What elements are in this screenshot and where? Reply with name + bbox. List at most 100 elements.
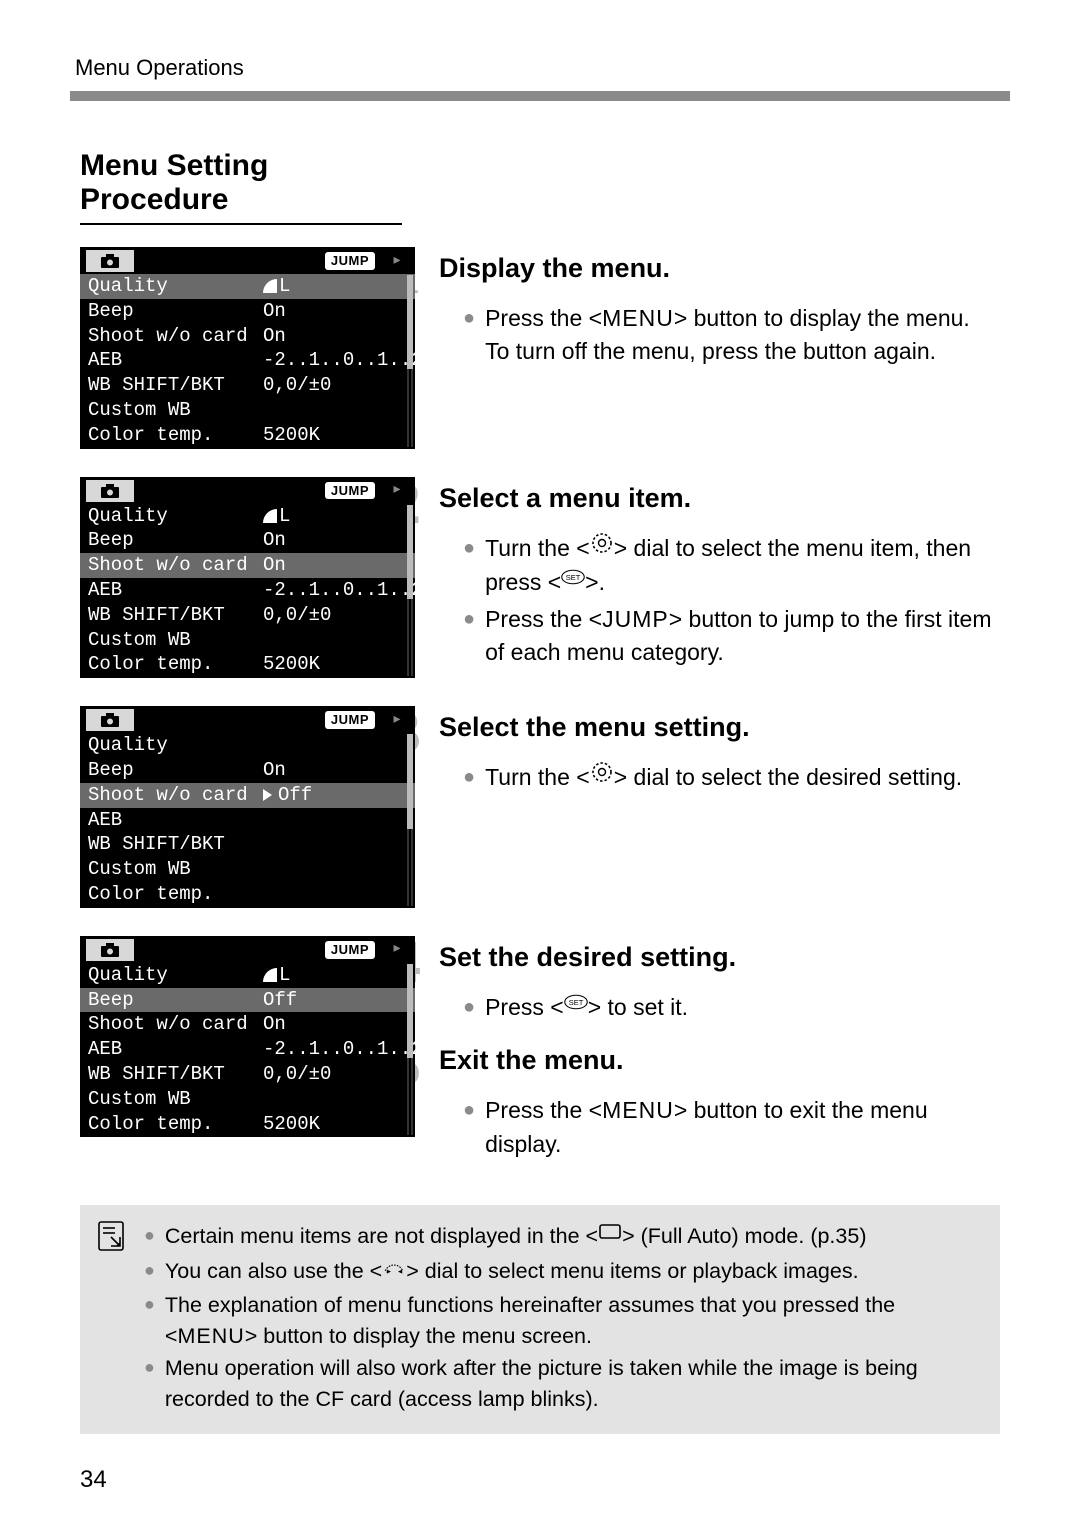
step-text: 5Exit the menu.●Press the <MENU> button … bbox=[433, 1039, 1000, 1163]
camera-lcd-panel: JUMP ▸QualityLBeepOffShoot w/o cardOnAEB-… bbox=[80, 936, 415, 1138]
menu-row: Shoot w/o cardOn bbox=[80, 553, 415, 578]
text-segment: Press the < bbox=[485, 606, 602, 632]
svg-text:◀: ◀ bbox=[398, 1269, 403, 1275]
bullet-dot-icon: ● bbox=[144, 1221, 155, 1254]
set-button-icon: SET bbox=[561, 565, 585, 598]
lcd-scrollbar bbox=[407, 964, 413, 1136]
lcd-tab-bar: JUMP ▸ bbox=[80, 706, 415, 733]
page-header: Menu Operations bbox=[70, 55, 1010, 81]
menu-row: WB SHIFT/BKT0,0/±0 bbox=[80, 603, 415, 628]
text-segment: > dial to select the desired setting. bbox=[614, 764, 962, 790]
menu-row: Custom WB bbox=[80, 628, 415, 653]
bullet-line: ●You can also use the <▶◀> dial to selec… bbox=[144, 1256, 982, 1289]
bullet-dot-icon: ● bbox=[463, 1094, 475, 1161]
bullet-line: ●Press the <JUMP> button to jump to the … bbox=[463, 603, 1000, 670]
menu-row: Color temp.5200K bbox=[80, 1112, 415, 1137]
bullet-dot-icon: ● bbox=[463, 302, 475, 369]
notes-box: ●Certain menu items are not displayed in… bbox=[80, 1205, 1000, 1434]
text-segment: MENU bbox=[602, 1097, 674, 1123]
menu-row: Shoot w/o cardOn bbox=[80, 324, 415, 349]
step-row: JUMP ▸QualityLBeepOffShoot w/o cardOnAEB-… bbox=[80, 936, 1000, 1163]
playback-tab-icon: ▸ bbox=[385, 709, 409, 731]
jump-badge: JUMP bbox=[325, 941, 375, 959]
bullet-dot-icon: ● bbox=[144, 1256, 155, 1289]
jump-badge: JUMP bbox=[325, 711, 375, 729]
menu-row: Shoot w/o cardOn bbox=[80, 1012, 415, 1037]
menu-row: BeepOn bbox=[80, 299, 415, 324]
menu-row: QualityL bbox=[80, 504, 415, 529]
menu-row: Color temp.5200K bbox=[80, 652, 415, 677]
header-divider bbox=[70, 91, 1010, 101]
step-title: Select a menu item. bbox=[439, 483, 691, 514]
step-text: 4Set the desired setting.●Press <SET> to… bbox=[433, 936, 1000, 1028]
svg-text:SET: SET bbox=[568, 998, 583, 1007]
svg-text:▶: ▶ bbox=[387, 1269, 392, 1275]
bullet-line: ● Turn the < > dial to select the desired … bbox=[463, 761, 1000, 796]
steps-4-5-column: 4Set the desired setting.●Press <SET> to… bbox=[433, 936, 1000, 1163]
menu-row: Color temp.5200K bbox=[80, 423, 415, 448]
menu-row: Custom WB bbox=[80, 1087, 415, 1112]
camera-lcd-panel: JUMP▸QualityLBeepOnShoot w/o cardOnAEB-2… bbox=[80, 247, 415, 449]
text-segment: > button to display the menu screen. bbox=[245, 1324, 592, 1348]
quality-icon: L bbox=[263, 964, 290, 987]
menu-row: QualityL bbox=[80, 274, 415, 299]
camera-tab-icon bbox=[86, 250, 134, 272]
bullet-dot-icon: ● bbox=[463, 761, 475, 796]
menu-row: AEB-2..1..0..1..2+ bbox=[80, 1037, 415, 1062]
text-segment: Turn the < bbox=[485, 764, 590, 790]
text-segment: Turn the < bbox=[485, 535, 590, 561]
lcd-tab-bar: JUMP▸ bbox=[80, 477, 415, 504]
playback-tab-icon: ▸ bbox=[385, 939, 409, 961]
bullet-line: ●Press <SET> to set it. bbox=[463, 991, 1000, 1026]
step-title: Display the menu. bbox=[439, 253, 670, 284]
lcd-scrollbar bbox=[407, 734, 413, 906]
step-title: Set the desired setting. bbox=[439, 942, 736, 973]
set-button-icon: SET bbox=[564, 990, 588, 1023]
step-text: 3Select the menu setting.●Turn the <> di… bbox=[433, 706, 1000, 798]
text-segment: > (Full Auto) mode. (p.35) bbox=[622, 1224, 866, 1248]
camera-tab-icon bbox=[86, 709, 134, 731]
full-auto-icon bbox=[598, 1219, 622, 1252]
jump-badge: JUMP bbox=[325, 252, 375, 270]
text-segment: Press the < bbox=[485, 305, 602, 331]
step-title: Exit the menu. bbox=[439, 1045, 624, 1076]
page-number: 34 bbox=[80, 1466, 1000, 1494]
bullet-line: ●Press the <MENU> button to exit the men… bbox=[463, 1094, 1000, 1161]
bullet-line: ●Menu operation will also work after the… bbox=[144, 1353, 982, 1414]
menu-row: BeepOn bbox=[80, 528, 415, 553]
notes-icon bbox=[98, 1221, 126, 1416]
text-segment: JUMP bbox=[602, 606, 669, 632]
menu-row: BeepOff bbox=[80, 988, 415, 1013]
main-dial-icon: ▶◀ bbox=[382, 1254, 406, 1287]
step-text: 2Select a menu item.●Turn the <> dial to… bbox=[433, 477, 1000, 672]
text-segment: >. bbox=[585, 569, 605, 595]
text-segment: Press < bbox=[485, 994, 564, 1020]
section-title: Menu Setting Procedure bbox=[80, 149, 402, 225]
menu-row: QualityL bbox=[80, 963, 415, 988]
step-row: JUMP▸QualityBeepOnShoot w/o cardOffAEBWB… bbox=[80, 706, 1000, 908]
quality-icon: L bbox=[263, 275, 290, 298]
step-row: JUMP▸QualityLBeepOnShoot w/o cardOnAEB-2… bbox=[80, 477, 1000, 679]
camera-tab-icon bbox=[86, 939, 134, 961]
text-segment: MENU bbox=[177, 1324, 244, 1348]
menu-row: Shoot w/o cardOff bbox=[80, 783, 415, 808]
bullet-line: ●The explanation of menu functions herei… bbox=[144, 1290, 982, 1351]
text-segment: > dial to select menu items or playback … bbox=[406, 1259, 858, 1283]
lcd-tab-bar: JUMP ▸ bbox=[80, 936, 415, 963]
menu-row: WB SHIFT/BKT0,0/±0 bbox=[80, 1062, 415, 1087]
lcd-scrollbar bbox=[407, 275, 413, 447]
menu-row: BeepOn bbox=[80, 758, 415, 783]
quick-dial-icon bbox=[590, 760, 614, 793]
quality-icon: L bbox=[263, 505, 290, 528]
bullet-dot-icon: ● bbox=[463, 603, 475, 670]
bullet-line: ●Turn the <> dial to select the menu ite… bbox=[463, 532, 1000, 601]
lcd-tab-bar: JUMP▸ bbox=[80, 247, 415, 274]
selection-arrow-icon bbox=[263, 789, 272, 801]
playback-tab-icon: ▸ bbox=[385, 480, 409, 502]
text-segment: MENU bbox=[602, 305, 674, 331]
text-segment: > to set it. bbox=[588, 994, 688, 1020]
menu-row: WB SHIFT/BKT0,0/±0 bbox=[80, 373, 415, 398]
menu-row: AEB bbox=[80, 808, 415, 833]
text-segment: Press the < bbox=[485, 1097, 602, 1123]
text-segment: Menu operation will also work after the … bbox=[165, 1356, 918, 1411]
